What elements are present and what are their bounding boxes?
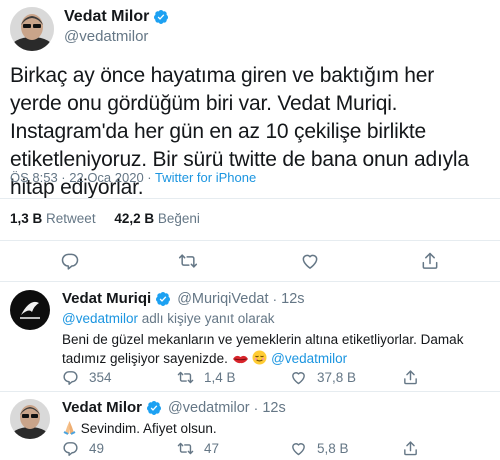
reply-text-mention[interactable]: @vedatmilor — [271, 351, 347, 366]
tweet-timestamp[interactable]: ÖS 8:53 · 22 Oca 2020 · — [10, 170, 155, 185]
reply-tweet[interactable]: Vedat Muriqi @MuriqiVedat · 12s @vedatmi… — [0, 284, 500, 391]
reply-count: 354 — [89, 370, 112, 385]
reply-context: @vedatmilor adlı kişiye yanıt olarak — [62, 311, 275, 326]
like-count: 5,8 B — [317, 441, 349, 456]
tweet-stats: 1,3 B Retweet 42,2 B Beğeni — [10, 211, 200, 226]
like-button[interactable]: 5,8 B — [290, 440, 349, 457]
reply-action-bar: 354 1,4 B 37,8 B — [62, 369, 492, 391]
reply-author-handle[interactable]: @MuriqiVedat — [177, 291, 268, 307]
heart-icon — [292, 443, 305, 456]
share-button[interactable] — [402, 440, 429, 457]
author-handle[interactable]: @vedatmilor — [64, 28, 148, 45]
reply-author-handle[interactable]: @vedatmilor — [168, 400, 250, 416]
speech-bubble-icon — [63, 442, 78, 456]
reply-count: 49 — [89, 441, 105, 456]
lips-emoji-icon — [232, 351, 249, 370]
reply-timestamp[interactable]: 12s — [281, 291, 304, 307]
share-upload-icon — [404, 370, 417, 385]
reply-text: Sevindim. Afiyet olsun. — [62, 419, 492, 440]
pray-hands-emoji-icon — [62, 420, 77, 440]
like-button[interactable]: 37,8 B — [290, 369, 356, 386]
reply-button[interactable]: 354 — [62, 369, 112, 386]
retweet-arrows-icon — [177, 371, 194, 384]
retweet-button[interactable]: 1,4 B — [177, 369, 236, 386]
reply-button[interactable] — [59, 250, 81, 272]
like-count: 42,2 B — [114, 211, 155, 226]
share-button[interactable] — [419, 250, 441, 272]
relieved-face-emoji-icon — [252, 350, 267, 370]
tweet-action-bar — [0, 244, 500, 278]
retweet-arrows-icon — [178, 254, 198, 268]
divider — [0, 240, 500, 241]
divider — [0, 198, 500, 199]
like-button[interactable] — [299, 250, 321, 272]
author-display-name[interactable]: Vedat Milor — [64, 8, 149, 26]
like-label: Beğeni — [157, 211, 200, 226]
retweet-count: 1,3 B — [10, 211, 43, 226]
retweet-button[interactable] — [177, 250, 199, 272]
retweet-label: Retweet — [46, 211, 96, 226]
separator-dot: · — [253, 399, 259, 416]
tweet-source-link[interactable]: Twitter for iPhone — [155, 170, 256, 185]
share-upload-icon — [404, 441, 417, 456]
verified-badge-icon — [146, 400, 162, 416]
retweet-stat[interactable]: 1,3 B Retweet — [10, 211, 96, 226]
speech-bubble-icon — [63, 371, 78, 385]
reply-author-avatar[interactable] — [10, 399, 50, 439]
retweet-count: 47 — [204, 441, 220, 456]
reply-text: Beni de güzel mekanların ve yemeklerin a… — [62, 330, 492, 370]
verified-badge-icon — [153, 9, 169, 25]
retweet-arrows-icon — [177, 442, 194, 455]
divider — [0, 391, 500, 392]
separator-dot: · — [272, 290, 278, 307]
reply-author-name[interactable]: Vedat Milor — [62, 399, 142, 416]
main-tweet: Vedat Milor @vedatmilor Birkaç ay önce h… — [0, 0, 500, 282]
heart-icon — [292, 372, 305, 385]
reply-to-suffix: adlı kişiye yanıt olarak — [137, 311, 275, 326]
divider — [0, 281, 500, 282]
share-upload-icon — [422, 252, 438, 269]
heart-icon — [302, 254, 318, 269]
reply-author-row: Vedat Muriqi @MuriqiVedat · 12s — [62, 290, 305, 307]
reply-author-avatar[interactable] — [10, 290, 50, 330]
reply-tweet[interactable]: Vedat Milor @vedatmilor · 12s Sevindim. … — [0, 393, 500, 460]
author-name-row: Vedat Milor — [64, 8, 169, 26]
retweet-button[interactable]: 47 — [177, 440, 219, 457]
tweet-meta: ÖS 8:53 · 22 Oca 2020 · Twitter for iPho… — [10, 170, 256, 185]
like-count: 37,8 B — [317, 370, 357, 385]
reply-action-bar: 49 47 5,8 B — [62, 440, 492, 460]
reply-text-body: Sevindim. Afiyet olsun. — [80, 421, 217, 436]
reply-to-mention[interactable]: @vedatmilor — [62, 311, 138, 326]
reply-author-name[interactable]: Vedat Muriqi — [62, 290, 151, 307]
retweet-count: 1,4 B — [204, 370, 236, 385]
reply-timestamp[interactable]: 12s — [262, 400, 285, 416]
share-button[interactable] — [402, 369, 429, 386]
speech-bubble-icon — [61, 253, 79, 270]
reply-author-row: Vedat Milor @vedatmilor · 12s — [62, 399, 286, 416]
like-stat[interactable]: 42,2 B Beğeni — [114, 211, 200, 226]
reply-button[interactable]: 49 — [62, 440, 104, 457]
verified-badge-icon — [155, 291, 171, 307]
author-avatar[interactable] — [10, 7, 54, 51]
